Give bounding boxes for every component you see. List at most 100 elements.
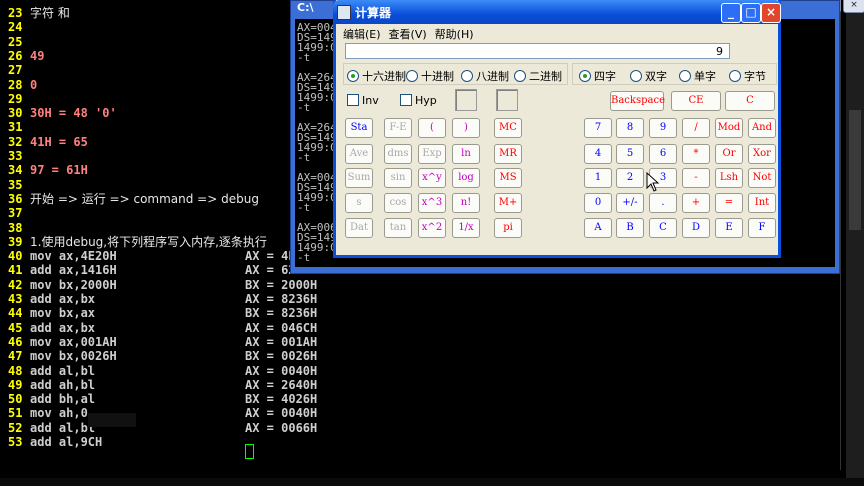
close-icon[interactable]: ×	[843, 0, 864, 13]
key-exp-button[interactable]: Exp	[418, 144, 446, 164]
key-c-button[interactable]: C	[649, 218, 677, 238]
key-op13-button[interactable]: *	[682, 144, 710, 164]
key-f-button[interactable]: F	[748, 218, 776, 238]
key-not-button[interactable]: Not	[748, 168, 776, 188]
radio-byte[interactable]: 字节	[729, 68, 766, 84]
maximize-button[interactable]: □	[741, 3, 761, 23]
key-log-button[interactable]: log	[452, 168, 480, 188]
redaction-box	[88, 413, 136, 427]
key-f-e-button[interactable]: F-E	[384, 118, 412, 138]
calculator-title-bar[interactable]: 计算器 _ □ ×	[333, 0, 781, 24]
cmd-line: -t	[297, 151, 311, 164]
radio-icon	[461, 70, 473, 82]
key--button[interactable]: (	[418, 118, 446, 138]
menu-help[interactable]: 帮助(H)	[433, 24, 480, 41]
key-int-button[interactable]: Int	[748, 193, 776, 213]
radio-selected-icon	[579, 70, 591, 82]
key-ave-button[interactable]: Ave	[345, 144, 373, 164]
paren-indicator	[496, 89, 518, 111]
key-x-3-button[interactable]: x^3	[418, 193, 446, 213]
line-code: add al,9CH	[30, 435, 103, 449]
key--button[interactable]: )	[452, 118, 480, 138]
key-mod-button[interactable]: Mod	[715, 118, 743, 138]
key-or-button[interactable]: Or	[715, 144, 743, 164]
radio-word[interactable]: 单字	[679, 68, 716, 84]
radio-icon	[514, 70, 526, 82]
radio-icon	[679, 70, 691, 82]
radio-oct[interactable]: 八进制	[461, 68, 509, 84]
radio-bin[interactable]: 二进制	[514, 68, 562, 84]
checkbox-icon	[347, 94, 359, 106]
key-pi-button[interactable]: pi	[494, 218, 522, 238]
radio-qword[interactable]: 四字	[579, 68, 616, 84]
key-ms-button[interactable]: MS	[494, 168, 522, 188]
radio-dword[interactable]: 双字	[630, 68, 667, 84]
text-cursor	[245, 444, 254, 459]
key-mr-button[interactable]: MR	[494, 144, 522, 164]
key-6-button[interactable]: 6	[649, 144, 677, 164]
key-lsh-button[interactable]: Lsh	[715, 168, 743, 188]
key-e-button[interactable]: E	[715, 218, 743, 238]
memory-indicator	[455, 89, 477, 111]
key-5-button[interactable]: 5	[616, 144, 644, 164]
calculator-window[interactable]: 计算器 _ □ × 编辑(E) 查看(V) 帮助(H) 9 十六进制 十进制 八…	[333, 0, 781, 258]
key-4-button[interactable]: 4	[584, 144, 612, 164]
key-op33-button[interactable]: +	[682, 193, 710, 213]
key-op23-button[interactable]: -	[682, 168, 710, 188]
radio-icon	[406, 70, 418, 82]
key-op32-button[interactable]: .	[649, 193, 677, 213]
key-and-button[interactable]: And	[748, 118, 776, 138]
key-sum-button[interactable]: Sum	[345, 168, 373, 188]
key-9-button[interactable]: 9	[649, 118, 677, 138]
radio-hex[interactable]: 十六进制	[347, 68, 406, 84]
key-op31-button[interactable]: +/-	[616, 193, 644, 213]
editor-bottom-band	[0, 478, 864, 486]
menu-view[interactable]: 查看(V)	[387, 24, 433, 41]
key-xor-button[interactable]: Xor	[748, 144, 776, 164]
line-number: 53	[8, 435, 23, 449]
menu-edit[interactable]: 编辑(E)	[341, 24, 387, 41]
key-ln-button[interactable]: ln	[452, 144, 480, 164]
close-button[interactable]: ×	[761, 3, 781, 23]
key-7-button[interactable]: 7	[584, 118, 612, 138]
radio-dec[interactable]: 十进制	[406, 68, 454, 84]
key-2-button[interactable]: 2	[616, 168, 644, 188]
key-mc-button[interactable]: MC	[494, 118, 522, 138]
key-1-button[interactable]: 1	[584, 168, 612, 188]
menu-bar: 编辑(E) 查看(V) 帮助(H)	[341, 24, 480, 41]
backspace-button[interactable]: Backspace	[610, 91, 665, 111]
key-tan-button[interactable]: tan	[384, 218, 412, 238]
key-0-button[interactable]: 0	[584, 193, 612, 213]
inv-checkbox[interactable]: Inv	[347, 94, 379, 107]
key-sin-button[interactable]: sin	[384, 168, 412, 188]
hyp-checkbox[interactable]: Hyp	[400, 94, 437, 107]
checkbox-icon	[400, 94, 412, 106]
cmd-line: -t	[297, 201, 311, 214]
key-d-button[interactable]: D	[682, 218, 710, 238]
key-a-button[interactable]: A	[584, 218, 612, 238]
mouse-pointer-icon	[646, 172, 660, 192]
key-op34-button[interactable]: =	[715, 193, 743, 213]
key-b-button[interactable]: B	[616, 218, 644, 238]
minimize-button[interactable]: _	[721, 3, 741, 23]
key-s-button[interactable]: s	[345, 193, 373, 213]
calculator-icon	[337, 5, 351, 20]
key-dms-button[interactable]: dms	[384, 144, 412, 164]
key-dat-button[interactable]: Dat	[345, 218, 373, 238]
radio-selected-icon	[347, 70, 359, 82]
scrollbar-thumb[interactable]	[849, 110, 861, 230]
key-x-y-button[interactable]: x^y	[418, 168, 446, 188]
key-x-2-button[interactable]: x^2	[418, 218, 446, 238]
key-1-x-button[interactable]: 1/x	[452, 218, 480, 238]
key-sta-button[interactable]: Sta	[345, 118, 373, 138]
key-cos-button[interactable]: cos	[384, 193, 412, 213]
key-m-button[interactable]: M+	[494, 193, 522, 213]
editor-scrollbar[interactable]	[846, 0, 864, 486]
key-op03-button[interactable]: /	[682, 118, 710, 138]
key-8-button[interactable]: 8	[616, 118, 644, 138]
ce-button[interactable]: CE	[671, 91, 721, 111]
c-button[interactable]: C	[725, 91, 775, 111]
editor-line: 53 add al,9CH	[0, 433, 860, 452]
calculator-title: 计算器	[355, 6, 392, 20]
key-n-button[interactable]: n!	[452, 193, 480, 213]
